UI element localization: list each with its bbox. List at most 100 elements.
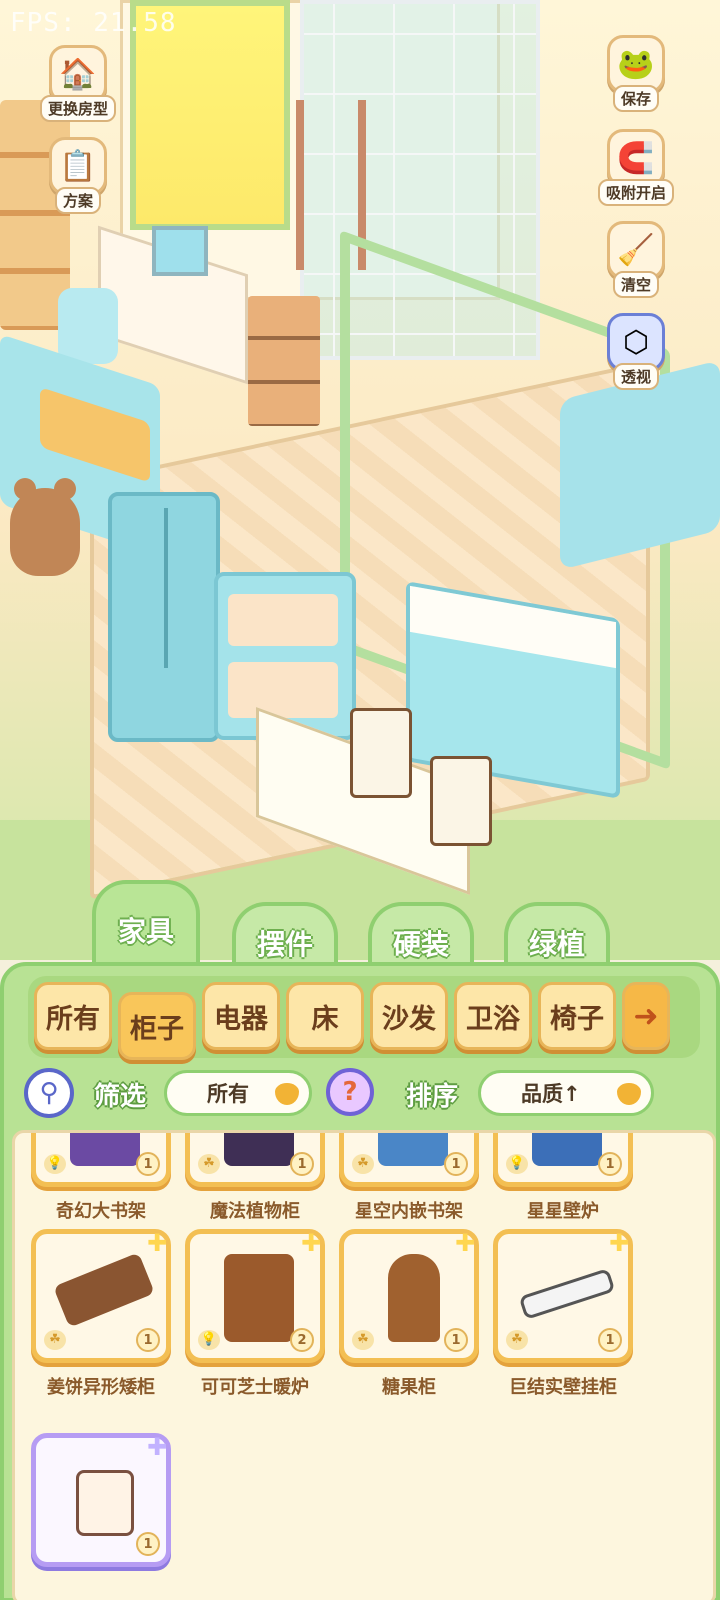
save-button[interactable]: 🐸 保存 [592,28,680,112]
subtab-beds[interactable]: 床 [286,982,364,1050]
leaf-icon: ☘ [44,1330,66,1350]
item-count: 1 [290,1152,314,1176]
snap-toggle-button[interactable]: 🧲 吸附开启 [592,122,680,206]
subtab-label: 柜子 [130,1013,184,1045]
save-label: 保存 [612,85,659,112]
item-card[interactable]: ✚ ☘ 1 糖果柜 [339,1229,479,1399]
plan-button[interactable]: 📋 方案 [34,130,122,214]
small-bookcase[interactable] [248,296,320,426]
item-card[interactable]: ☘ 1 魔法植物柜 [185,1133,325,1223]
filter-value: 所有 [207,1082,249,1106]
item-card[interactable]: ✚ 1 [31,1433,171,1567]
item-name: 星星壁炉 [527,1201,599,1222]
subtab-label: 电器 [214,1003,268,1035]
subtab-appliances[interactable]: 电器 [202,982,280,1050]
plant-cabinet-thumb [224,1133,294,1166]
item-card[interactable]: ✚ ☘ 1 巨结实壁挂柜 [493,1229,633,1399]
item-name: 巨结实壁挂柜 [509,1377,617,1398]
item-name: 糖果柜 [382,1377,436,1398]
subtab-sofas[interactable]: 沙发 [370,982,448,1050]
item-grid[interactable]: 💡 1 奇幻大书架 ☘ 1 魔法植物柜 ☘ 1 星空内嵌书架 💡 1 星星壁炉 … [12,1130,716,1600]
leaf-icon: ☘ [198,1154,220,1174]
fps-counter: FPS: 21.58 [10,8,177,38]
panel-body: 所有 柜子 电器 床 沙发 卫浴 椅子 ➜ ⚲ 筛选 所有 ? 排序 品质↑ 💡… [0,962,720,1600]
sort-dropdown[interactable]: 品质↑ [478,1070,654,1116]
gingerbread-cabinet-thumb [53,1252,155,1328]
item-count: 1 [598,1328,622,1352]
tab-furniture-label: 家具 [117,915,174,948]
bulb-icon: 💡 [506,1154,528,1174]
item-count: 1 [444,1328,468,1352]
item-card[interactable]: ✚ ☘ 1 姜饼异形矮柜 [31,1229,171,1399]
subtab-cabinets[interactable]: 柜子 [118,992,196,1060]
plus-sparkle-icon: ✚ [146,1433,168,1461]
sort-value: 品质↑ [521,1082,581,1106]
search-icon[interactable]: ⚲ [24,1068,74,1118]
chevron-down-icon [617,1083,641,1105]
perspective-button[interactable]: ⬡ 透视 [592,306,680,390]
chevron-down-icon [275,1083,299,1105]
wall-cabinet-thumb [518,1268,616,1320]
bar-stool[interactable] [350,708,412,798]
tab-hardware-label: 硬装 [392,928,449,961]
bookshelf-thumb [70,1133,140,1166]
leaf-icon: ☘ [352,1154,374,1174]
build-panel: 家具 摆件 硬装 绿植 所有 柜子 电器 床 沙发 卫浴 椅子 ➜ ⚲ 筛选 所… [0,880,720,1600]
clear-label: 清空 [612,271,659,298]
item-name: 奇幻大书架 [56,1201,146,1222]
nightstand-thumb [76,1470,134,1536]
office-chair[interactable] [58,288,118,364]
cocoa-heater-thumb [224,1254,294,1342]
item-count: 1 [136,1532,160,1556]
item-card[interactable]: ☘ 1 星空内嵌书架 [339,1133,479,1223]
bulb-icon: 💡 [44,1154,66,1174]
arrow-right-icon[interactable]: ➜ [622,982,670,1050]
item-count: 2 [290,1328,314,1352]
fridge[interactable] [108,492,220,742]
candy-cabinet-thumb [388,1254,440,1342]
item-card[interactable]: ✚ 💡 2 可可芝士暖炉 [185,1229,325,1399]
perspective-label: 透视 [612,363,659,390]
plus-sparkle-icon: ✚ [300,1229,322,1257]
subtab-bathroom[interactable]: 卫浴 [454,982,532,1050]
tab-plants-label: 绿植 [528,928,585,961]
item-card[interactable]: 💡 1 奇幻大书架 [31,1133,171,1223]
item-count: 1 [136,1152,160,1176]
star-bookshelf-thumb [378,1133,448,1166]
item-count: 1 [136,1328,160,1352]
plan-label: 方案 [54,187,101,214]
filter-row: ⚲ 筛选 所有 ? 排序 品质↑ [24,1066,704,1122]
plus-sparkle-icon: ✚ [454,1229,476,1257]
bulb-icon: 💡 [198,1330,220,1350]
item-name: 星空内嵌书架 [355,1201,463,1222]
subtab-label: 所有 [46,1003,100,1035]
change-room-button[interactable]: 🏠 更换房型 [34,38,122,122]
subcategory-bar: 所有 柜子 电器 床 沙发 卫浴 椅子 ➜ [28,976,700,1060]
subtab-label: 沙发 [382,1003,436,1035]
teddy-bear[interactable] [10,478,80,576]
subtab-chairs[interactable]: 椅子 [538,982,616,1050]
subtab-label: 床 [311,1003,339,1035]
item-card[interactable]: 💡 1 星星壁炉 [493,1133,633,1223]
tab-ornaments-label: 摆件 [256,928,313,961]
item-count: 1 [444,1152,468,1176]
fireplace-thumb [532,1133,602,1166]
subtab-all[interactable]: 所有 [34,982,112,1050]
change-room-label: 更换房型 [39,95,116,122]
leaf-icon: ☘ [506,1330,528,1350]
filter-label: 筛选 [94,1082,147,1112]
filter-dropdown[interactable]: 所有 [164,1070,312,1116]
subtab-label: 卫浴 [466,1003,520,1035]
plus-sparkle-icon: ✚ [146,1229,168,1257]
item-name: 魔法植物柜 [210,1201,300,1222]
sort-label: 排序 [406,1082,459,1112]
bar-stool[interactable] [430,756,492,846]
leaf-icon: ☘ [352,1330,374,1350]
item-name: 可可芝士暖炉 [201,1377,309,1398]
help-icon[interactable]: ? [326,1068,374,1116]
computer-monitor[interactable] [152,226,208,276]
clear-button[interactable]: 🧹 清空 [592,214,680,298]
kitchen-cabinet[interactable] [214,572,356,740]
snap-label: 吸附开启 [597,179,674,206]
item-name: 姜饼异形矮柜 [47,1377,155,1398]
